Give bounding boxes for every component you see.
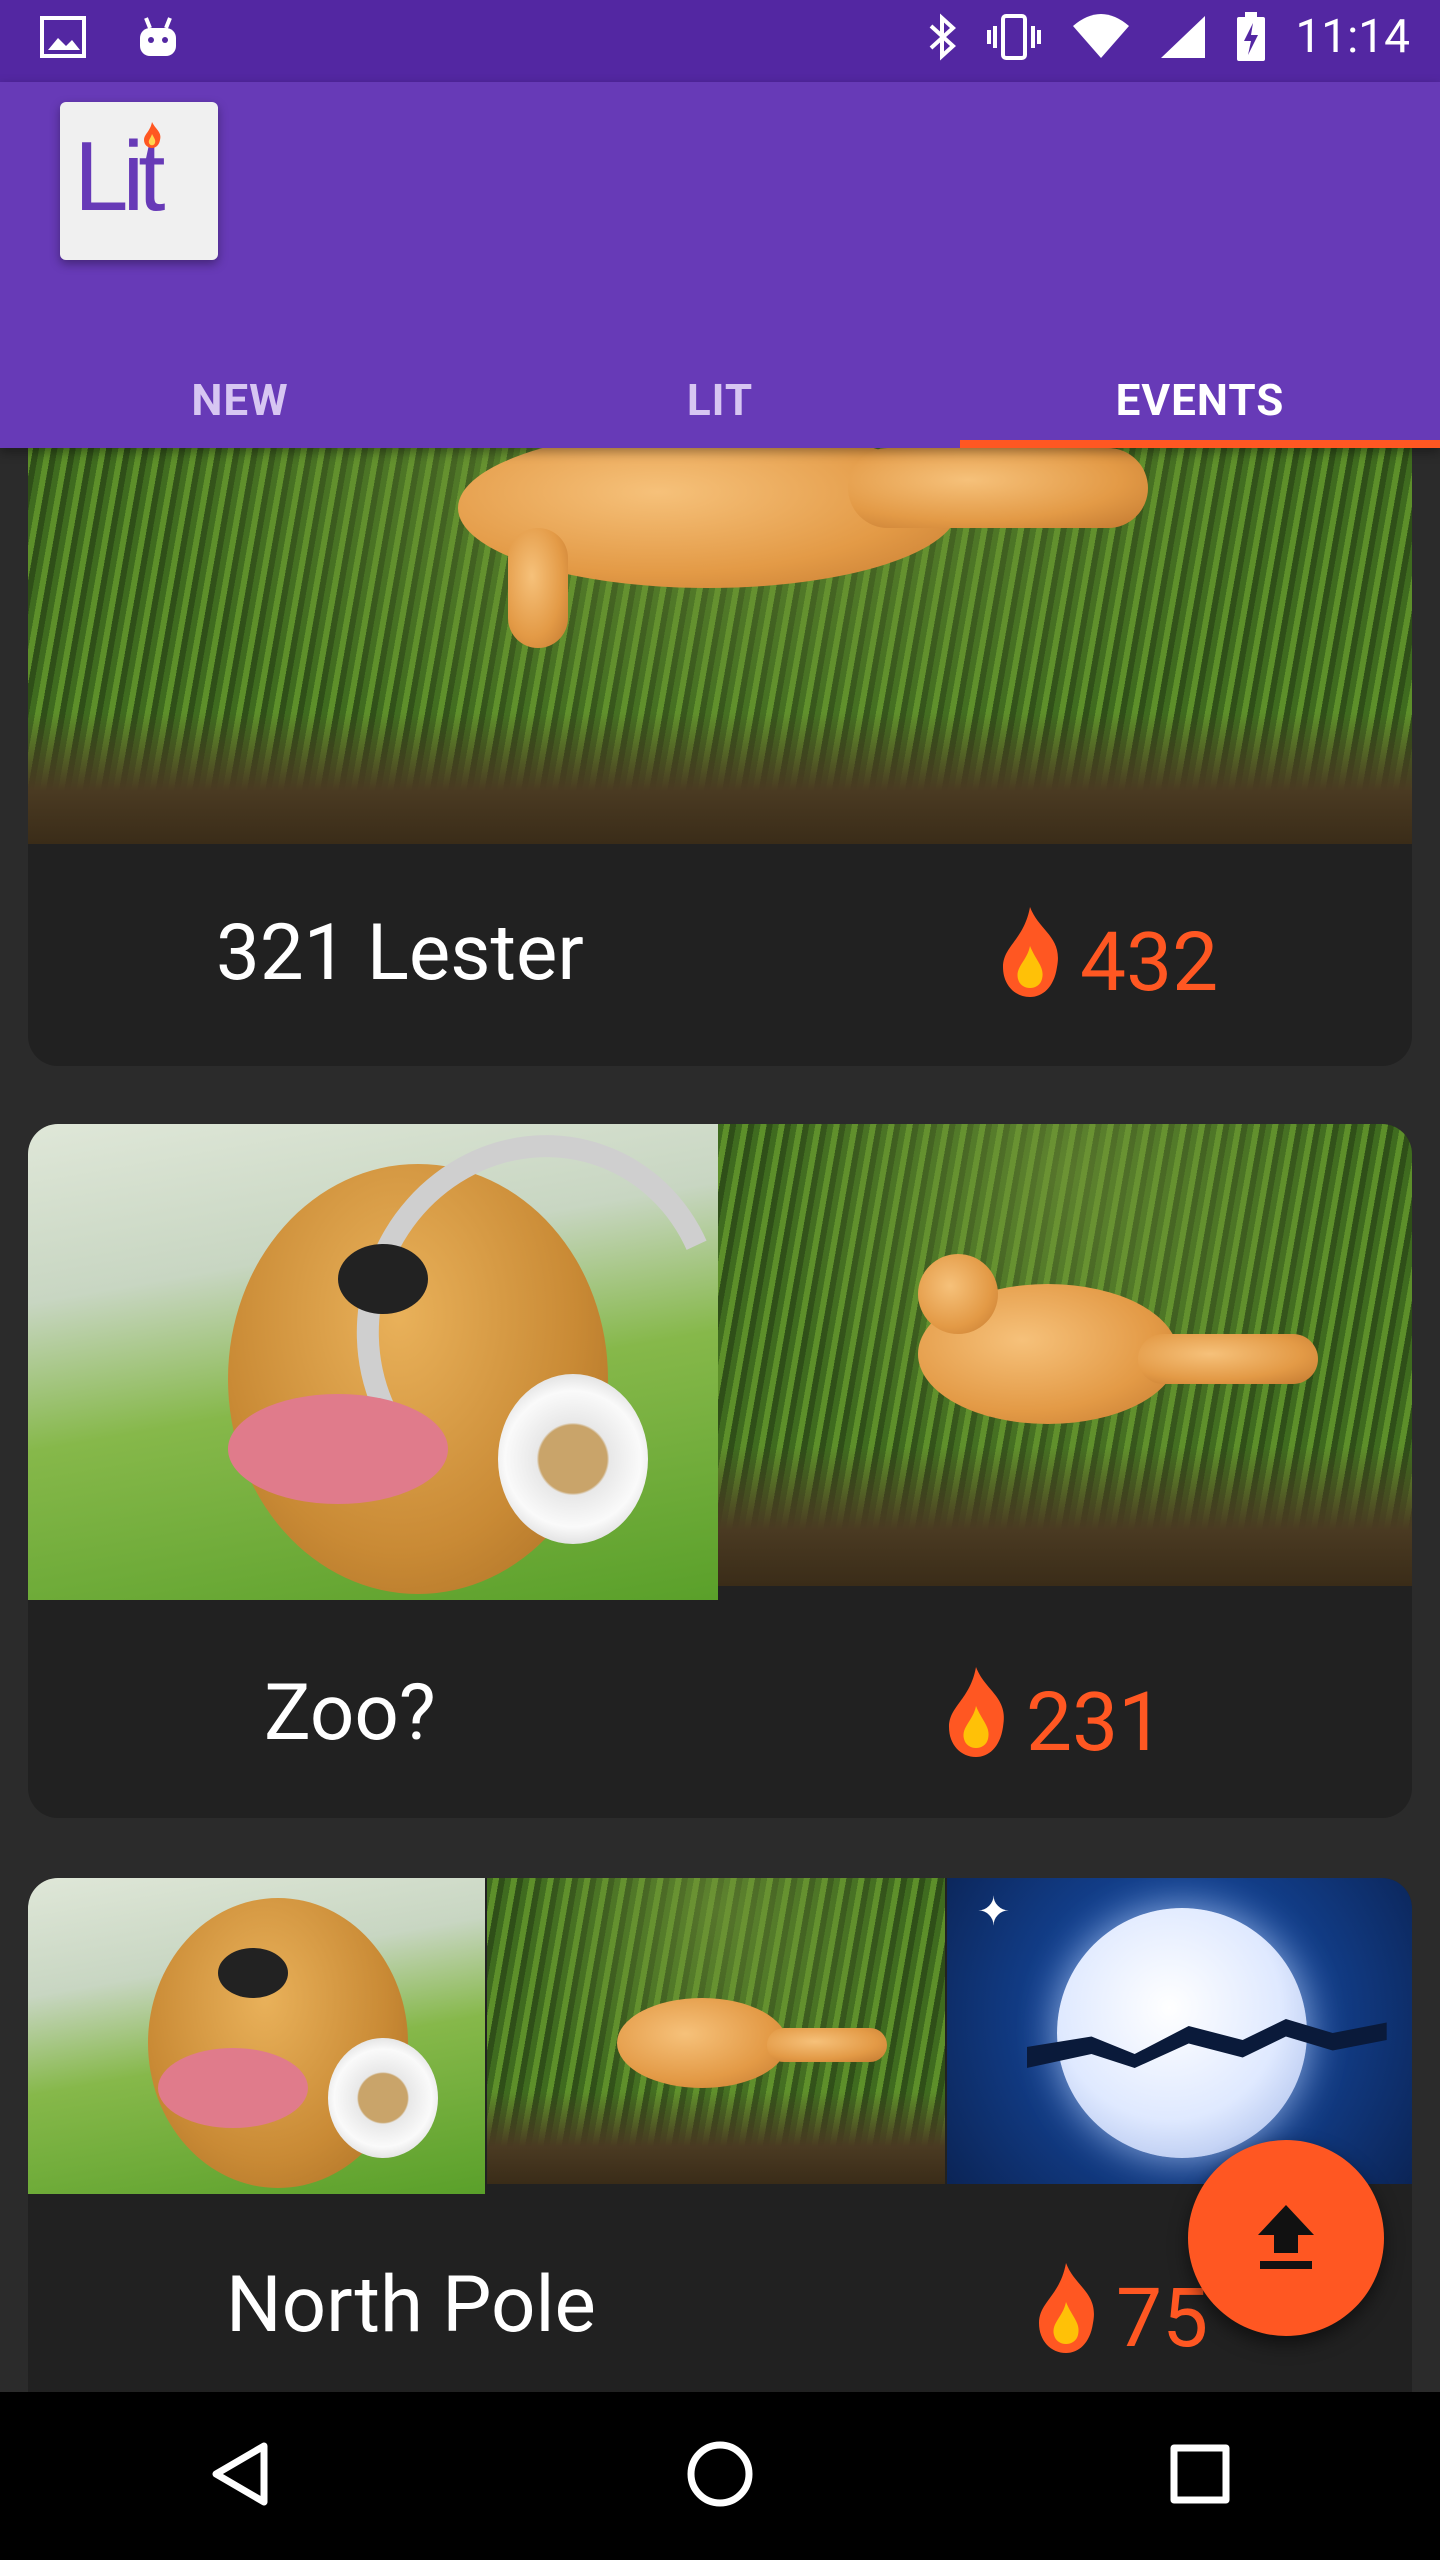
bluetooth-icon: [927, 12, 957, 62]
upload-icon: [1254, 2201, 1318, 2275]
navigation-bar: [0, 2392, 1440, 2560]
event-title: 321 Lester: [216, 908, 584, 999]
flame-icon: [994, 902, 1066, 1023]
lit-count[interactable]: 231: [940, 1662, 1164, 1783]
lit-count-value: 231: [1026, 1674, 1165, 1771]
vibrate-icon: [985, 12, 1043, 62]
flame-icon: [1030, 2258, 1102, 2379]
back-icon: [208, 2440, 272, 2512]
event-card[interactable]: 321 Lester 432: [28, 448, 1412, 1066]
image-icon: [40, 16, 86, 58]
lit-count-value: 75: [1116, 2270, 1209, 2367]
event-photo: [28, 448, 1412, 844]
event-photo: [487, 1878, 945, 2184]
battery-charging-icon: [1235, 11, 1267, 63]
status-bar: 11:14: [0, 0, 1440, 82]
app-bar: Lit NEW LIT EVENTS: [0, 82, 1440, 448]
event-title: North Pole: [226, 2260, 596, 2351]
home-icon: [685, 2439, 755, 2513]
tab-indicator: [960, 440, 1440, 448]
tab-new[interactable]: NEW: [0, 352, 480, 448]
home-button[interactable]: [660, 2416, 780, 2536]
recents-button[interactable]: [1140, 2416, 1260, 2536]
events-feed[interactable]: 321 Lester 432 Zoo? 231 ✦ North Pole 75: [0, 448, 1440, 2392]
lit-count[interactable]: 75: [1030, 2258, 1208, 2379]
recents-icon: [1169, 2443, 1231, 2509]
app-logo: Lit: [60, 102, 218, 260]
event-card[interactable]: Zoo? 231: [28, 1124, 1412, 1818]
upload-button[interactable]: [1188, 2140, 1384, 2336]
android-icon: [136, 14, 180, 60]
event-photo: [28, 1878, 486, 2194]
wifi-icon: [1071, 14, 1131, 60]
tab-events[interactable]: EVENTS: [960, 352, 1440, 448]
flame-icon: [140, 120, 164, 154]
tab-bar: NEW LIT EVENTS: [0, 352, 1440, 448]
tab-lit[interactable]: LIT: [480, 352, 960, 448]
lit-count[interactable]: 432: [994, 902, 1218, 1023]
flame-icon: [940, 1662, 1012, 1783]
event-photo: ✦: [946, 1878, 1412, 2184]
event-photo: [718, 1124, 1412, 1586]
event-title: Zoo?: [264, 1668, 436, 1759]
status-time: 11:14: [1295, 10, 1410, 64]
signal-icon: [1159, 14, 1207, 60]
lit-count-value: 432: [1080, 914, 1219, 1011]
back-button[interactable]: [180, 2416, 300, 2536]
event-card[interactable]: ✦ North Pole 75: [28, 1878, 1412, 2392]
event-photo: [28, 1124, 718, 1600]
